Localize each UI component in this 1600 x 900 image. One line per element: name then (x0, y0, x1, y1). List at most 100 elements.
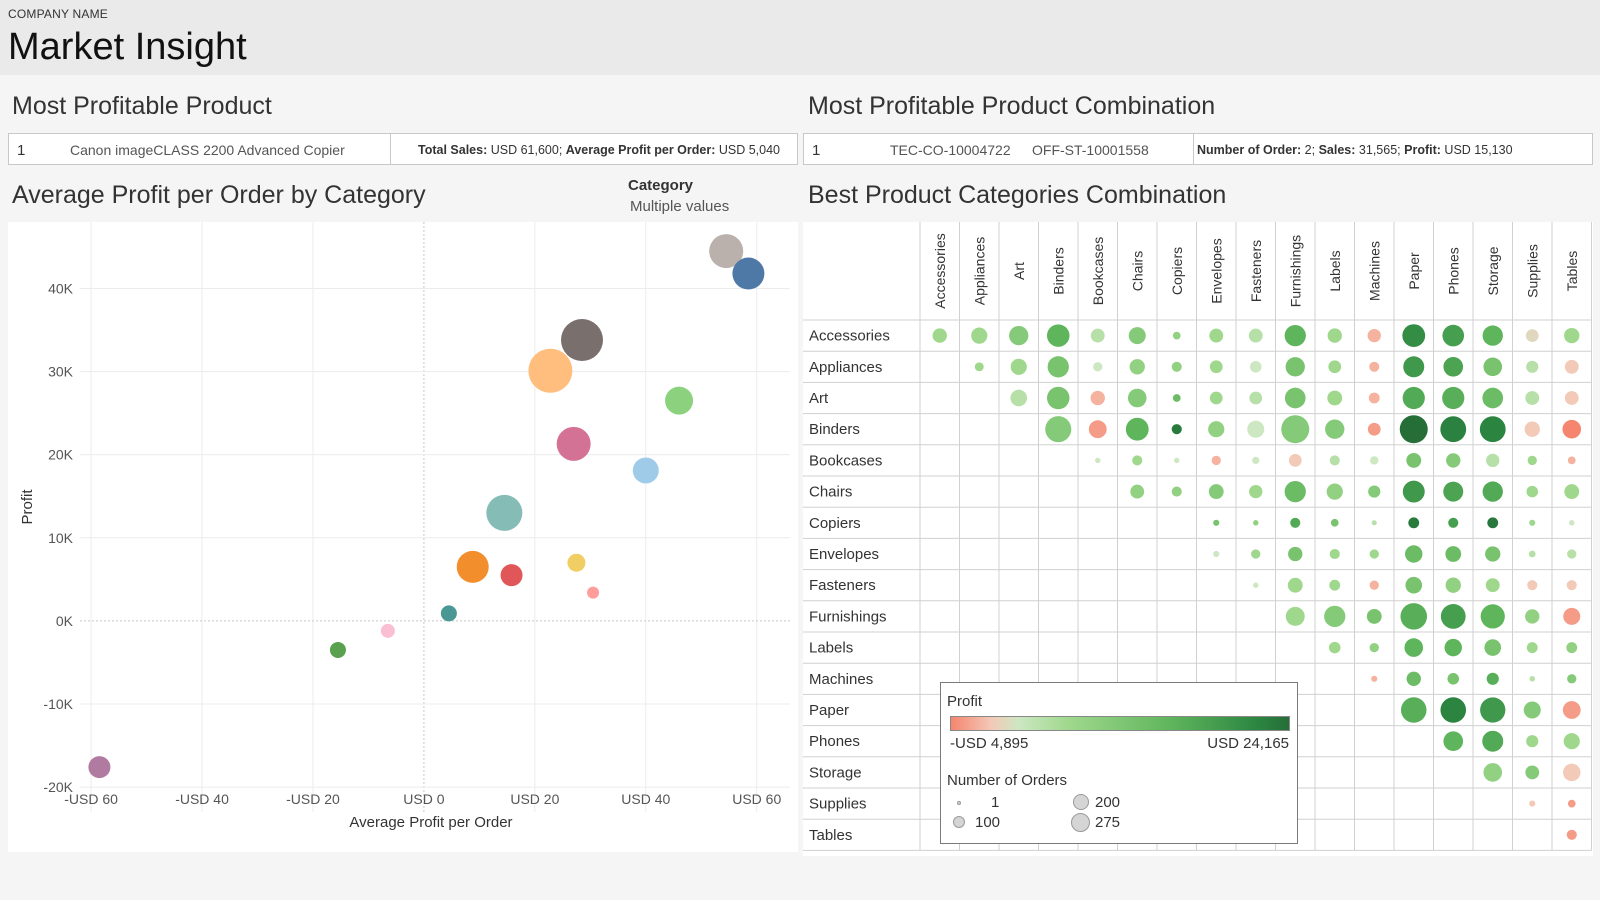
matrix-bubble[interactable] (1445, 577, 1461, 593)
scatter-point[interactable] (456, 550, 489, 583)
matrix-bubble[interactable] (1284, 387, 1306, 409)
matrix-bubble[interactable] (1569, 520, 1575, 526)
scatter-point[interactable] (329, 641, 346, 658)
scatter-point[interactable] (560, 319, 603, 361)
matrix-bubble[interactable] (1486, 672, 1499, 685)
matrix-bubble[interactable] (1287, 577, 1303, 593)
matrix-bubble[interactable] (1443, 731, 1464, 752)
matrix-bubble[interactable] (1445, 546, 1462, 562)
matrix-bubble[interactable] (1252, 456, 1260, 465)
matrix-bubble[interactable] (1483, 357, 1503, 377)
matrix-bubble[interactable] (1171, 424, 1182, 435)
matrix-bubble[interactable] (1368, 485, 1381, 498)
matrix-bubble[interactable] (1330, 518, 1339, 527)
matrix-bubble[interactable] (1046, 386, 1070, 410)
matrix-bubble[interactable] (1526, 360, 1539, 373)
matrix-bubble[interactable] (1400, 603, 1428, 630)
combination-row[interactable]: 1 TEC-CO-10004722 OFF-ST-10001558 Number… (803, 133, 1593, 165)
matrix-bubble[interactable] (1446, 453, 1461, 468)
matrix-bubble[interactable] (1285, 606, 1305, 626)
matrix-bubble[interactable] (1405, 576, 1423, 594)
product-row[interactable]: 1 Canon imageCLASS 2200 Advanced Copier … (8, 133, 798, 165)
matrix-bubble[interactable] (1369, 642, 1379, 653)
matrix-bubble[interactable] (1128, 327, 1146, 345)
matrix-bubble[interactable] (1249, 391, 1263, 405)
matrix-bubble[interactable] (1209, 328, 1224, 343)
matrix-bubble[interactable] (1408, 517, 1420, 529)
matrix-bubble[interactable] (1366, 608, 1382, 624)
matrix-bubble[interactable] (974, 362, 984, 372)
matrix-bubble[interactable] (1403, 356, 1425, 378)
matrix-bubble[interactable] (1442, 324, 1465, 347)
matrix-bubble[interactable] (1290, 517, 1301, 528)
matrix-bubble[interactable] (1325, 419, 1345, 439)
matrix-bubble[interactable] (1208, 484, 1224, 500)
matrix-bubble[interactable] (1247, 420, 1265, 438)
matrix-bubble[interactable] (1251, 549, 1261, 559)
scatter-point[interactable] (665, 386, 694, 415)
matrix-bubble[interactable] (1566, 642, 1578, 654)
matrix-bubble[interactable] (1448, 517, 1459, 528)
matrix-bubble[interactable] (1129, 359, 1145, 375)
matrix-bubble[interactable] (1529, 800, 1536, 807)
matrix-bubble[interactable] (1402, 386, 1425, 410)
matrix-bubble[interactable] (1327, 390, 1343, 406)
scatter-point[interactable] (587, 586, 600, 599)
matrix-bubble[interactable] (1329, 579, 1341, 591)
scatter-point[interactable] (500, 564, 523, 587)
matrix-bubble[interactable] (1010, 358, 1027, 375)
matrix-bubble[interactable] (1253, 520, 1259, 526)
matrix-bubble[interactable] (1563, 607, 1581, 625)
matrix-bubble[interactable] (1010, 389, 1028, 407)
matrix-bubble[interactable] (1567, 799, 1576, 808)
matrix-bubble[interactable] (1288, 546, 1303, 562)
scatter-point[interactable] (486, 494, 523, 531)
matrix-bubble[interactable] (1526, 642, 1538, 654)
matrix-bubble[interactable] (1529, 519, 1536, 526)
matrix-bubble[interactable] (1527, 580, 1538, 591)
matrix-bubble[interactable] (1443, 356, 1464, 377)
matrix-bubble[interactable] (1369, 361, 1380, 372)
matrix-bubble[interactable] (1529, 676, 1535, 682)
matrix-bubble[interactable] (1093, 362, 1103, 372)
matrix-bubble[interactable] (1482, 481, 1503, 502)
matrix-bubble[interactable] (1524, 421, 1540, 437)
matrix-bubble[interactable] (1526, 485, 1539, 498)
matrix-bubble[interactable] (1281, 415, 1310, 444)
matrix-bubble[interactable] (1480, 604, 1505, 629)
scatter-point[interactable] (732, 257, 765, 290)
matrix-bubble[interactable] (1171, 361, 1182, 372)
scatter-point[interactable] (556, 426, 591, 461)
matrix-bubble[interactable] (1525, 609, 1540, 624)
matrix-bubble[interactable] (1127, 388, 1147, 408)
matrix-bubble[interactable] (1525, 329, 1539, 342)
matrix-bubble[interactable] (1369, 549, 1379, 559)
matrix-bubble[interactable] (1443, 481, 1464, 502)
matrix-bubble[interactable] (1440, 416, 1467, 443)
matrix-bubble[interactable] (1485, 546, 1501, 562)
matrix-bubble[interactable] (1047, 356, 1069, 378)
matrix-bubble[interactable] (1440, 604, 1466, 629)
scatter-chart[interactable]: -USD 60 -USD 40 -USD 20 USD 0 USD 20 USD 40 US… (8, 222, 798, 852)
matrix-bubble[interactable] (1328, 641, 1341, 654)
matrix-bubble[interactable] (1369, 580, 1379, 590)
matrix-bubble[interactable] (1563, 763, 1581, 782)
matrix-bubble[interactable] (1090, 390, 1105, 406)
matrix-bubble[interactable] (1209, 360, 1223, 374)
matrix-bubble[interactable] (1132, 455, 1143, 466)
matrix-bubble[interactable] (932, 328, 947, 343)
matrix-bubble[interactable] (1367, 422, 1381, 436)
matrix-bubble[interactable] (1367, 328, 1381, 343)
matrix-bubble[interactable] (1405, 545, 1423, 563)
matrix-bubble[interactable] (1371, 675, 1378, 682)
scatter-point[interactable] (567, 553, 586, 572)
matrix-bubble[interactable] (1371, 520, 1377, 526)
matrix-bubble[interactable] (1402, 480, 1425, 503)
scatter-point[interactable] (440, 605, 457, 622)
matrix-bubble[interactable] (1211, 455, 1221, 466)
matrix-bubble[interactable] (1562, 419, 1582, 439)
matrix-bubble[interactable] (1487, 517, 1499, 529)
matrix-bubble[interactable] (1447, 673, 1460, 685)
matrix-bubble[interactable] (1329, 455, 1340, 466)
matrix-bubble[interactable] (1328, 360, 1342, 374)
